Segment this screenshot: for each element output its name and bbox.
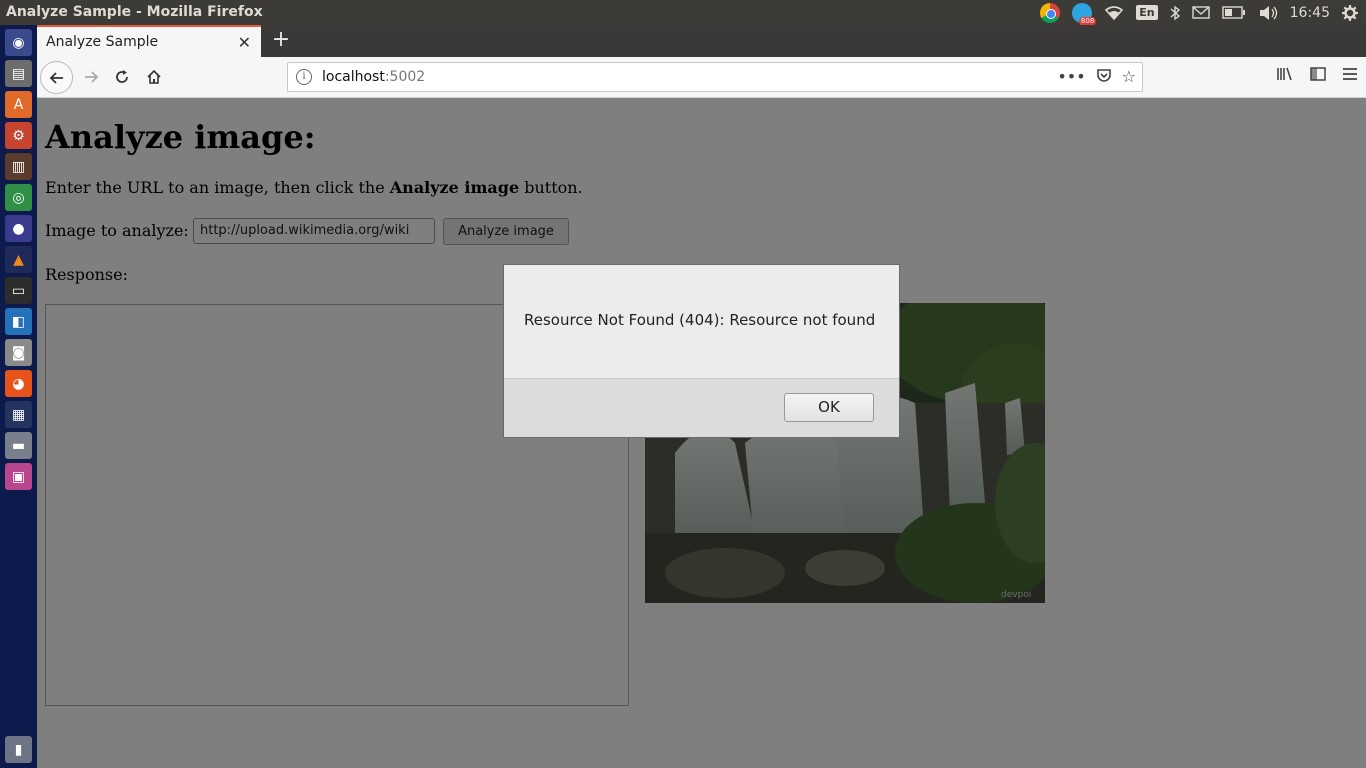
ubuntu-dash-icon[interactable]: ◉ xyxy=(5,29,32,56)
right-toolbar xyxy=(1276,66,1358,86)
window-icon[interactable]: ▦ xyxy=(5,401,32,428)
info-icon[interactable]: i xyxy=(296,69,312,85)
mail-icon[interactable] xyxy=(1191,0,1210,25)
url-bar[interactable]: i localhost:5002 ••• ☆ xyxy=(287,62,1143,92)
telegram-icon: 808 xyxy=(1072,2,1097,26)
forward-button[interactable] xyxy=(76,62,106,92)
library-icon[interactable]: ▥ xyxy=(5,153,32,180)
new-tab-button[interactable]: + xyxy=(269,29,293,53)
screenshot-icon[interactable]: ◙ xyxy=(5,339,32,366)
sidebar-icon[interactable] xyxy=(1310,66,1326,86)
system-top-panel: Analyze Sample - Mozilla Firefox 808 En … xyxy=(0,0,1366,26)
code-editor-icon[interactable]: ◧ xyxy=(5,308,32,335)
ok-button[interactable]: OK xyxy=(784,393,874,422)
url-actions: ••• ☆ xyxy=(1057,67,1136,87)
trash-icon[interactable]: ▮ xyxy=(5,736,32,763)
library-icon[interactable] xyxy=(1276,66,1294,86)
more-actions-icon[interactable]: ••• xyxy=(1057,67,1085,87)
clock[interactable]: 16:45 xyxy=(1290,0,1330,25)
terminal-icon[interactable]: ▭ xyxy=(5,277,32,304)
close-icon[interactable]: ✕ xyxy=(238,33,251,52)
pocket-icon[interactable] xyxy=(1096,67,1112,87)
system-tray: 808 En 16:45 xyxy=(1040,0,1366,26)
chrome-icon[interactable]: ◎ xyxy=(5,184,32,211)
window-title: Analyze Sample - Mozilla Firefox xyxy=(6,4,263,20)
arrow-right-icon xyxy=(85,71,99,83)
navigation-toolbar: i localhost:5002 ••• ☆ xyxy=(37,57,1366,98)
home-button[interactable] xyxy=(139,62,169,92)
reload-button[interactable] xyxy=(107,62,137,92)
battery-icon[interactable] xyxy=(1221,0,1246,25)
url-text[interactable]: localhost:5002 xyxy=(322,69,425,85)
arrow-left-icon xyxy=(49,71,63,84)
unity-launcher: ◉ ▤ A ⚙ ▥ ◎ ● ▲ ▭ ◧ ◙ ◕ ▦ ▬ ▣ ▮ xyxy=(0,25,37,768)
keyboard-layout-indicator[interactable]: En xyxy=(1136,0,1158,25)
alert-dialog: Resource Not Found (404): Resource not f… xyxy=(503,264,900,438)
chrome-tray-item[interactable] xyxy=(1040,0,1061,25)
wifi-icon[interactable] xyxy=(1104,0,1124,25)
eclipse-icon[interactable]: ● xyxy=(5,215,32,242)
tab-title: Analyze Sample xyxy=(46,34,159,50)
tab-bar: Analyze Sample ✕ + xyxy=(37,25,1366,57)
vlc-icon[interactable]: ▲ xyxy=(5,246,32,273)
tab-analyze-sample[interactable]: Analyze Sample ✕ xyxy=(37,25,261,57)
bluetooth-icon[interactable] xyxy=(1170,0,1180,25)
bookmark-star-icon[interactable]: ☆ xyxy=(1122,67,1136,87)
alert-message: Resource Not Found (404): Resource not f… xyxy=(524,311,876,329)
gear-icon[interactable] xyxy=(1342,0,1358,25)
drive-icon[interactable]: ▬ xyxy=(5,432,32,459)
reload-icon xyxy=(116,70,128,83)
chrome-icon xyxy=(1040,2,1061,23)
settings-icon[interactable]: ⚙ xyxy=(5,122,32,149)
menu-icon[interactable] xyxy=(1342,66,1358,86)
volume-icon[interactable] xyxy=(1258,0,1278,25)
app-icon[interactable]: ▣ xyxy=(5,463,32,490)
firefox-icon[interactable]: ◕ xyxy=(5,370,32,397)
home-icon xyxy=(147,69,161,84)
software-center-icon[interactable]: A xyxy=(5,91,32,118)
files-icon[interactable]: ▤ xyxy=(5,60,32,87)
back-button[interactable] xyxy=(40,61,73,94)
alert-footer: OK xyxy=(504,378,899,437)
telegram-tray-item[interactable]: 808 xyxy=(1072,0,1097,26)
